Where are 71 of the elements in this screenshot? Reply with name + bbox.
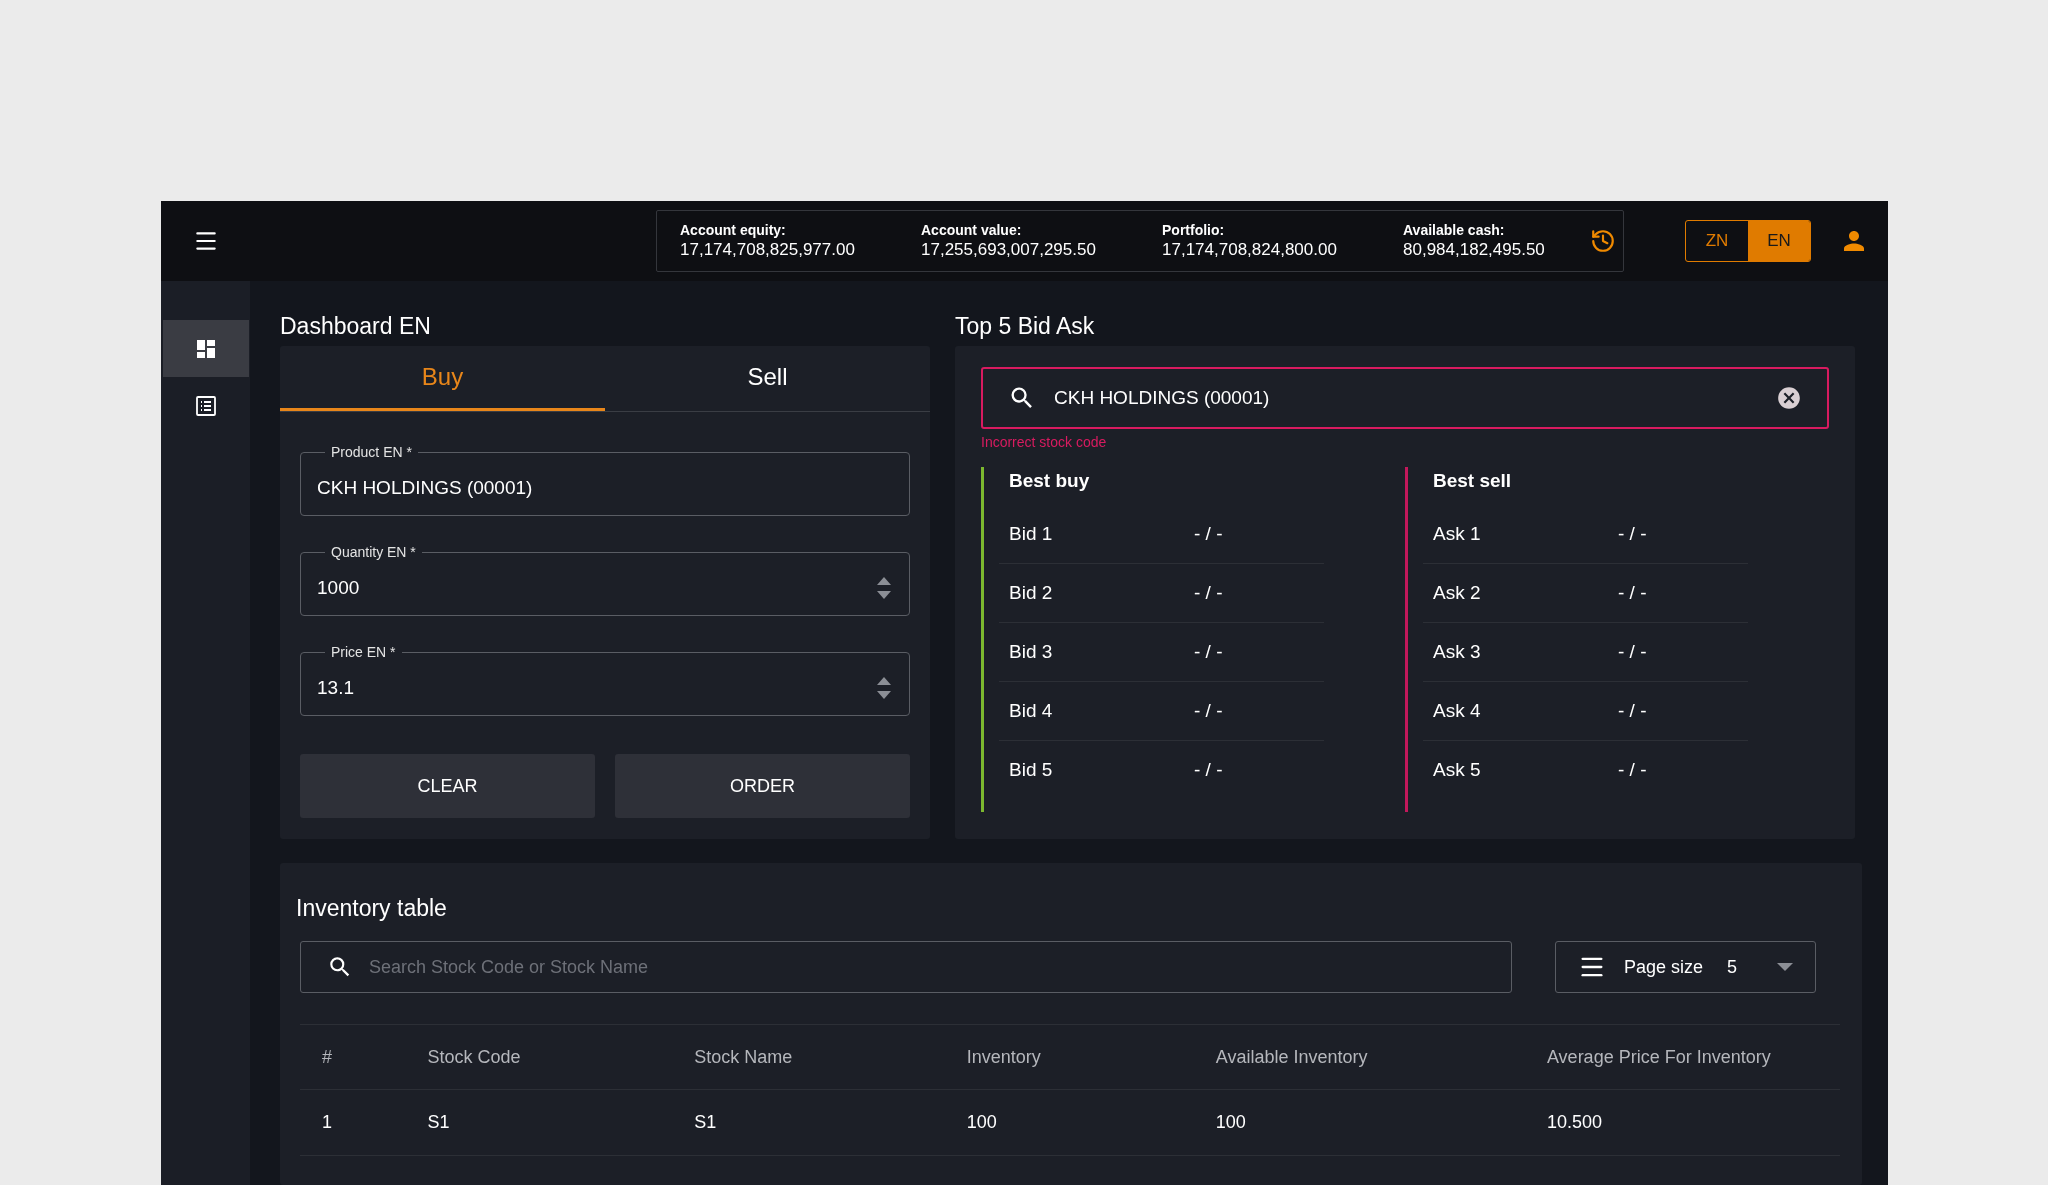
column-header: Stock Code xyxy=(427,1045,522,1069)
action-button[interactable]: CLEAR xyxy=(300,754,595,818)
action-button[interactable]: ORDER xyxy=(615,754,910,818)
list-icon xyxy=(193,393,218,418)
sidebar-item[interactable] xyxy=(162,320,249,377)
input-field[interactable]: 1000 xyxy=(317,573,875,603)
dropdown-caret-icon xyxy=(1777,963,1793,971)
level-value: - / - xyxy=(1194,580,1223,605)
section-title: Top 5 Bid Ask xyxy=(955,312,1096,341)
stat-value: 17,174,708,825,977.00 xyxy=(680,239,856,261)
table-cell-text: 1 xyxy=(322,1111,333,1134)
table-cell-text: S1 xyxy=(694,1111,718,1134)
table-cell-text: 100 xyxy=(1215,1111,1247,1134)
refresh-icon[interactable] xyxy=(1590,228,1616,254)
column-title: Best sell xyxy=(1433,469,1513,493)
page-size-value: 5 xyxy=(1727,955,1738,979)
stock-search-bar[interactable]: CKH HOLDINGS (00001) xyxy=(981,367,1829,429)
stat-label: Account equity: xyxy=(680,221,787,240)
inventory-search-bar[interactable]: Search Stock Code or Stock Name xyxy=(300,941,1512,993)
level-value: - / - xyxy=(1618,698,1647,723)
table-cell-text: S1 xyxy=(427,1111,451,1134)
input-field[interactable]: CKH HOLDINGS (00001) xyxy=(317,473,893,503)
level-label: Ask 3 xyxy=(1433,639,1482,664)
stock-search-field[interactable]: CKH HOLDINGS (00001) xyxy=(1054,383,1776,413)
level-value: - / - xyxy=(1194,698,1223,723)
level-label: Bid 1 xyxy=(1009,521,1054,546)
section-title: Dashboard EN xyxy=(280,312,432,341)
error-message: Incorrect stock code xyxy=(981,433,1108,452)
inventory-search-field[interactable]: Search Stock Code or Stock Name xyxy=(369,953,1485,981)
level-label: Ask 2 xyxy=(1433,580,1482,605)
stat-value: 17,174,708,824,800.00 xyxy=(1162,239,1338,261)
level-value: - / - xyxy=(1618,521,1647,546)
level-label: Bid 3 xyxy=(1009,639,1054,664)
language-button[interactable]: EN xyxy=(1748,221,1810,261)
table-cell-text: 10.500 xyxy=(1546,1111,1603,1134)
stat-value: 80,984,182,495.50 xyxy=(1403,239,1546,261)
level-label: Ask 5 xyxy=(1433,758,1482,783)
column-header: Inventory xyxy=(966,1045,1042,1069)
column-header: Average Price For Inventory xyxy=(1546,1045,1772,1069)
level-value: - / - xyxy=(1194,521,1223,546)
level-value: - / - xyxy=(1618,758,1647,783)
level-label: Bid 4 xyxy=(1009,698,1054,723)
order-tab[interactable]: Sell xyxy=(605,346,930,411)
level-label: Bid 2 xyxy=(1009,580,1054,605)
language-button[interactable]: ZN xyxy=(1686,221,1748,261)
stat-value: 17,255,693,007,295.50 xyxy=(921,239,1097,261)
page-size-select[interactable]: Page size 5 xyxy=(1555,941,1816,993)
level-label: Bid 5 xyxy=(1009,758,1054,783)
stat-label: Account value: xyxy=(921,221,1023,240)
column-title: Best buy xyxy=(1009,469,1091,493)
clear-button[interactable] xyxy=(1776,385,1802,411)
level-label: Ask 4 xyxy=(1433,698,1482,723)
stat-label: Available cash: xyxy=(1403,221,1506,240)
level-value: - / - xyxy=(1618,580,1647,605)
level-value: - / - xyxy=(1194,639,1223,664)
field-label: Product EN * xyxy=(330,443,413,462)
column-header: Stock Name xyxy=(694,1045,794,1069)
table-cell-text: 100 xyxy=(966,1111,998,1134)
level-label: Ask 1 xyxy=(1433,521,1482,546)
close-icon xyxy=(1776,385,1802,411)
column-header: # xyxy=(322,1045,333,1069)
section-title: Inventory table xyxy=(296,894,448,923)
column-header: Available Inventory xyxy=(1215,1045,1369,1069)
field-label: Price EN * xyxy=(330,643,397,662)
level-value: - / - xyxy=(1194,758,1223,783)
stat-label: Portfolio: xyxy=(1162,221,1226,240)
input-field[interactable]: 13.1 xyxy=(317,673,875,703)
level-value: - / - xyxy=(1618,639,1647,664)
page-size-label: Page size xyxy=(1624,955,1704,979)
order-tab[interactable]: Buy xyxy=(280,346,605,411)
field-label: Quantity EN * xyxy=(330,543,417,562)
